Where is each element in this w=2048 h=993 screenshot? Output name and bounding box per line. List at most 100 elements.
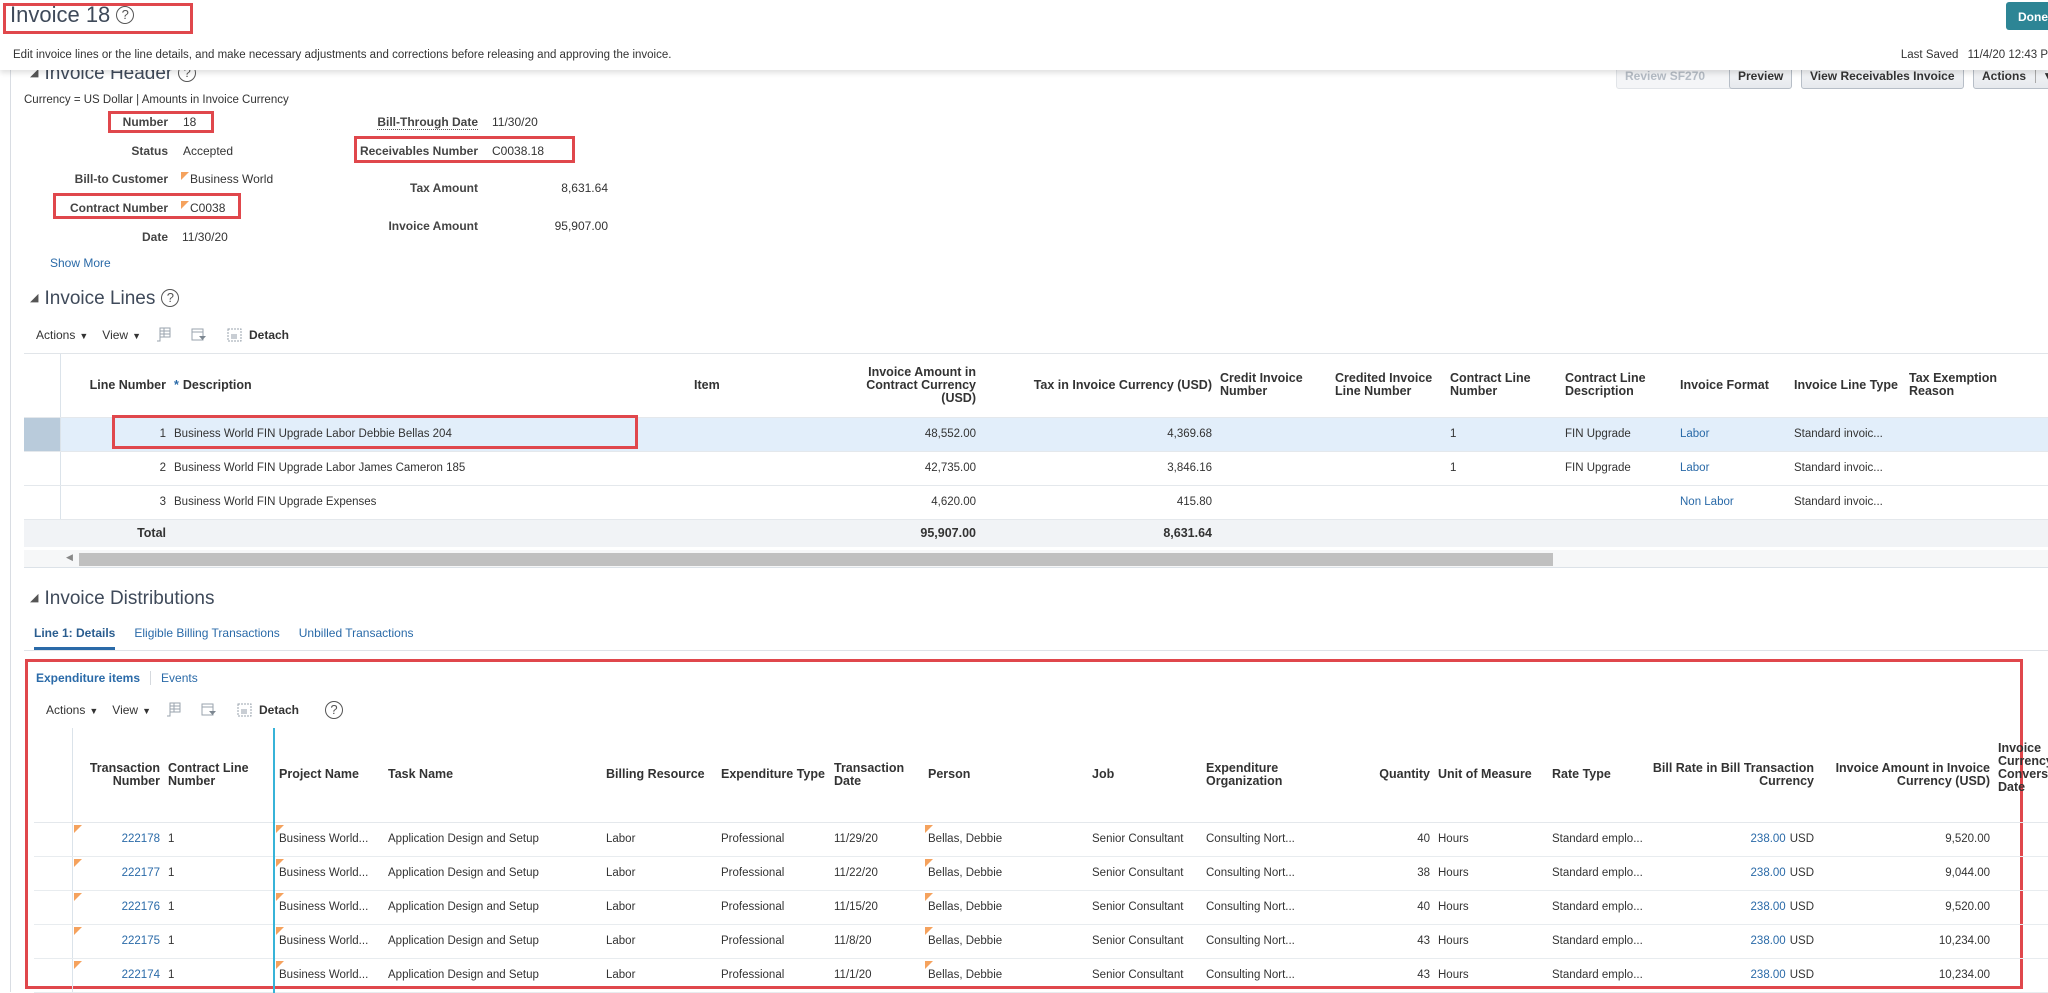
detach-icon[interactable] xyxy=(227,327,243,343)
actions-menu[interactable]: Actions ▼ xyxy=(36,328,88,342)
invoice-lines-title[interactable]: ◢ Invoice Lines? xyxy=(30,288,180,310)
person-text[interactable]: Bellas, Debbie xyxy=(928,969,1002,981)
show-more-link[interactable]: Show More xyxy=(50,256,111,270)
tab-unbilled-transactions[interactable]: Unbilled Transactions xyxy=(299,626,414,650)
col-item[interactable]: Item xyxy=(690,354,840,418)
cell-invoice-format[interactable]: Labor xyxy=(1676,417,1790,452)
cell-invoice-format[interactable]: Labor xyxy=(1676,451,1790,486)
col-expenditure-organization[interactable]: Expenditure Organization xyxy=(1202,728,1362,823)
cell-row-selector[interactable] xyxy=(34,822,73,857)
collapse-triangle-icon[interactable]: ◢ xyxy=(30,592,38,604)
person-text[interactable]: Bellas, Debbie xyxy=(928,867,1002,879)
transaction-number-text[interactable]: 222175 xyxy=(122,935,160,947)
scroll-left-icon[interactable]: ◀ xyxy=(66,552,73,563)
chevron-down-icon[interactable]: ▼ xyxy=(2035,69,2048,83)
collapse-triangle-icon[interactable]: ◢ xyxy=(30,292,38,304)
help-icon[interactable]: ? xyxy=(161,289,180,307)
expenditure-item-row[interactable]: 222175 1 Business World... Application Desi… xyxy=(34,924,2048,959)
col-rate-type[interactable]: Rate Type xyxy=(1548,728,1648,823)
col-contract-line-description[interactable]: Contract Line Description xyxy=(1561,354,1676,418)
cell-project-name[interactable]: Business World... xyxy=(274,924,384,959)
cell-person[interactable]: Bellas, Debbie xyxy=(924,856,1088,891)
detach-button[interactable]: Detach xyxy=(249,328,289,342)
col-invoice-amount[interactable]: Invoice Amount in Contract Currency (USD… xyxy=(840,354,980,418)
expenditure-item-row[interactable]: 222176 1 Business World... Application Desi… xyxy=(34,890,2048,925)
bill-rate-link[interactable]: 238.00 xyxy=(1751,969,1786,981)
col-quantity[interactable]: Quantity xyxy=(1362,728,1434,823)
bill-rate-link[interactable]: 238.00 xyxy=(1751,935,1786,947)
cell-transaction-number[interactable]: 222176 xyxy=(72,890,164,925)
cell-project-name[interactable]: Business World... xyxy=(274,822,384,857)
cell-project-name[interactable]: Business World... xyxy=(274,958,384,993)
expenditure-item-row[interactable]: 222174 1 Business World... Application Desi… xyxy=(34,958,2048,993)
col-contract-line-number[interactable]: Contract Line Number xyxy=(164,728,275,823)
col-transaction-date[interactable]: Transaction Date xyxy=(830,728,924,823)
cell-row-selector[interactable] xyxy=(34,856,73,891)
cell-bill-rate[interactable]: 238.00 USD xyxy=(1648,958,1818,993)
col-person[interactable]: Person xyxy=(924,728,1088,823)
cell-project-name[interactable]: Business World... xyxy=(274,890,384,925)
cell-bill-rate[interactable]: 238.00 USD xyxy=(1648,856,1818,891)
col-description[interactable]: * Description xyxy=(170,354,690,418)
col-job[interactable]: Job xyxy=(1088,728,1202,823)
cell-bill-rate[interactable]: 238.00 USD xyxy=(1648,924,1818,959)
cell-transaction-number[interactable]: 222178 xyxy=(72,822,164,857)
cell-row-selector[interactable] xyxy=(34,890,73,925)
col-invoice-format[interactable]: Invoice Format xyxy=(1676,354,1790,418)
row-selector[interactable] xyxy=(24,417,61,452)
cell-bill-rate[interactable]: 238.00 USD xyxy=(1648,822,1818,857)
cell-person[interactable]: Bellas, Debbie xyxy=(924,822,1088,857)
col-bill-rate[interactable]: Bill Rate in Bill Transaction Currency xyxy=(1648,728,1818,823)
col-credit-invoice-number[interactable]: Credit Invoice Number xyxy=(1216,354,1331,418)
contract-number-value[interactable]: C0038 xyxy=(181,201,225,215)
detach-icon[interactable] xyxy=(237,702,253,718)
detach-button[interactable]: Detach xyxy=(259,703,299,717)
project-name-text[interactable]: Business World... xyxy=(279,935,368,947)
cell-row-selector[interactable] xyxy=(34,924,73,959)
query-by-example-icon[interactable] xyxy=(191,327,207,343)
transaction-number-text[interactable]: 222174 xyxy=(122,969,160,981)
person-text[interactable]: Bellas, Debbie xyxy=(928,833,1002,845)
col-tax-exemption-reason[interactable]: Tax Exemption Reason xyxy=(1905,354,2048,418)
person-text[interactable]: Bellas, Debbie xyxy=(928,935,1002,947)
view-menu[interactable]: View ▼ xyxy=(102,328,141,342)
expenditure-item-row[interactable]: 222177 1 Business World... Application Desi… xyxy=(34,856,2048,891)
col-billing-resource[interactable]: Billing Resource xyxy=(602,728,717,823)
view-menu[interactable]: View ▼ xyxy=(112,703,151,717)
horizontal-scrollbar[interactable]: ◀ xyxy=(24,550,2048,568)
col-unit-of-measure[interactable]: Unit of Measure xyxy=(1434,728,1548,823)
bill-rate-link[interactable]: 238.00 xyxy=(1751,867,1786,879)
col-credited-invoice-line-number[interactable]: Credited Invoice Line Number xyxy=(1331,354,1446,418)
col-expenditure-type[interactable]: Expenditure Type xyxy=(717,728,830,823)
person-text[interactable]: Bellas, Debbie xyxy=(928,901,1002,913)
col-invoice-line-type[interactable]: Invoice Line Type xyxy=(1790,354,1905,418)
col-contract-line-number[interactable]: Contract Line Number xyxy=(1446,354,1561,418)
cell-person[interactable]: Bellas, Debbie xyxy=(924,958,1088,993)
col-invoice-amount[interactable]: Invoice Amount in Invoice Currency (USD) xyxy=(1818,728,1994,823)
row-selector[interactable] xyxy=(24,451,61,486)
subtab-events[interactable]: Events xyxy=(151,671,208,685)
done-button[interactable]: Done xyxy=(2006,2,2048,30)
bill-rate-link[interactable]: 238.00 xyxy=(1751,833,1786,845)
row-selector[interactable] xyxy=(24,485,61,520)
cell-person[interactable]: Bellas, Debbie xyxy=(924,924,1088,959)
tab-eligible-billing-transactions[interactable]: Eligible Billing Transactions xyxy=(134,626,279,650)
bill-rate-link[interactable]: 238.00 xyxy=(1751,901,1786,913)
col-transaction-number[interactable]: Transaction Number xyxy=(72,728,164,823)
expenditure-item-row[interactable]: 222178 1 Business World... Application Desi… xyxy=(34,822,2048,857)
help-icon[interactable]: ? xyxy=(116,6,135,24)
tab-line-details[interactable]: Line 1: Details xyxy=(34,626,116,650)
col-line-number[interactable]: Line Number xyxy=(60,354,170,418)
col-conversion-date[interactable]: Invoice Currency Conversion Date xyxy=(1994,728,2048,823)
cell-bill-rate[interactable]: 238.00 USD xyxy=(1648,890,1818,925)
cell-transaction-number[interactable]: 222174 xyxy=(72,958,164,993)
col-task-name[interactable]: Task Name xyxy=(384,728,602,823)
cell-transaction-number[interactable]: 222177 xyxy=(72,856,164,891)
invoice-line-row[interactable]: 3 Business World FIN Upgrade Expenses 4,62… xyxy=(24,485,2048,520)
invoice-line-row[interactable]: 1 Business World FIN Upgrade Labor Debbie… xyxy=(24,417,2048,452)
freeze-columns-icon[interactable] xyxy=(165,702,181,718)
col-tax[interactable]: Tax in Invoice Currency (USD) xyxy=(980,354,1216,418)
invoice-distributions-title[interactable]: ◢ Invoice Distributions xyxy=(30,588,215,610)
bill-to-customer-value[interactable]: Business World xyxy=(181,172,273,186)
invoice-line-row[interactable]: 2 Business World FIN Upgrade Labor James … xyxy=(24,451,2048,486)
